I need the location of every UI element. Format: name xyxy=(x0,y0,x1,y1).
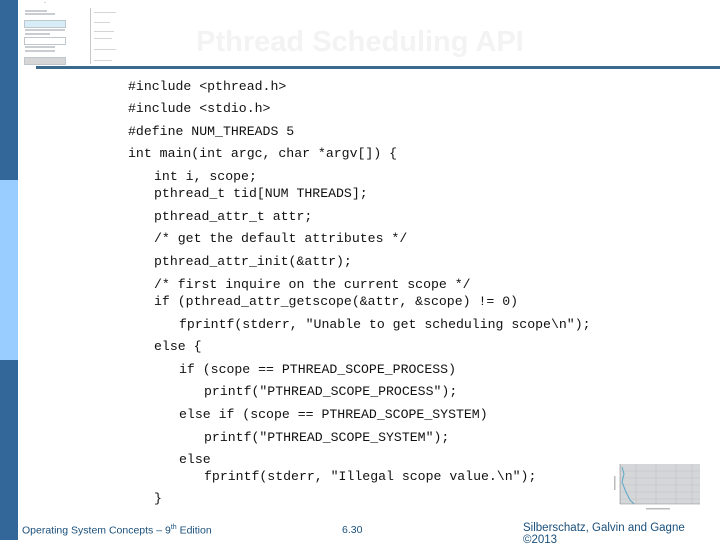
chart-y-axis-label xyxy=(614,476,616,490)
code-line: else if (scope == PTHREAD_SCOPE_SYSTEM) xyxy=(179,407,488,422)
code-line: int i, scope; xyxy=(154,169,257,184)
code-line: pthread_t tid[NUM THREADS]; xyxy=(154,186,368,201)
code-line: } xyxy=(154,491,162,506)
code-line: fprintf(stderr, "Unable to get schedulin… xyxy=(179,317,591,332)
footer-edition-word: Edition xyxy=(176,524,212,537)
code-line: #include <stdio.h> xyxy=(128,101,271,116)
footer-book-title: Operating System Concepts – 9th Edition xyxy=(22,524,212,537)
chart-thumbnail xyxy=(614,464,700,510)
code-line: if (pthread_attr_getscope(&attr, &scope)… xyxy=(154,294,519,309)
code-line: /* first inquire on the current scope */ xyxy=(154,277,471,292)
code-line: /* get the default attributes */ xyxy=(154,231,408,246)
footer-copyright: Silberschatz, Galvin and Gagne ©2013 xyxy=(523,522,685,546)
code-line: if (scope == PTHREAD_SCOPE_PROCESS) xyxy=(179,362,456,377)
chart-plot-area xyxy=(620,464,700,504)
code-block: #include <pthread.h> #include <stdio.h> #d… xyxy=(0,0,720,540)
code-line: fprintf(stderr, "Illegal scope value.\n"… xyxy=(204,469,537,484)
code-line: printf("PTHREAD_SCOPE_SYSTEM"); xyxy=(204,430,450,445)
code-line: pthread_attr_t attr; xyxy=(154,209,313,224)
code-line: #define NUM_THREADS 5 xyxy=(128,124,295,139)
code-line: else { xyxy=(154,339,202,354)
footer-book-text: Operating System Concepts – 9 xyxy=(22,524,171,537)
chart-x-axis-label xyxy=(646,508,670,510)
code-line: #include <pthread.h> xyxy=(128,79,287,94)
code-line: pthread_attr_init(&attr); xyxy=(154,254,352,269)
footer-page-number: 6.30 xyxy=(342,524,363,536)
code-line: int main(int argc, char *argv[]) { xyxy=(128,146,398,161)
code-line: else xyxy=(179,452,211,467)
code-line: printf("PTHREAD_SCOPE_PROCESS"); xyxy=(204,384,458,399)
